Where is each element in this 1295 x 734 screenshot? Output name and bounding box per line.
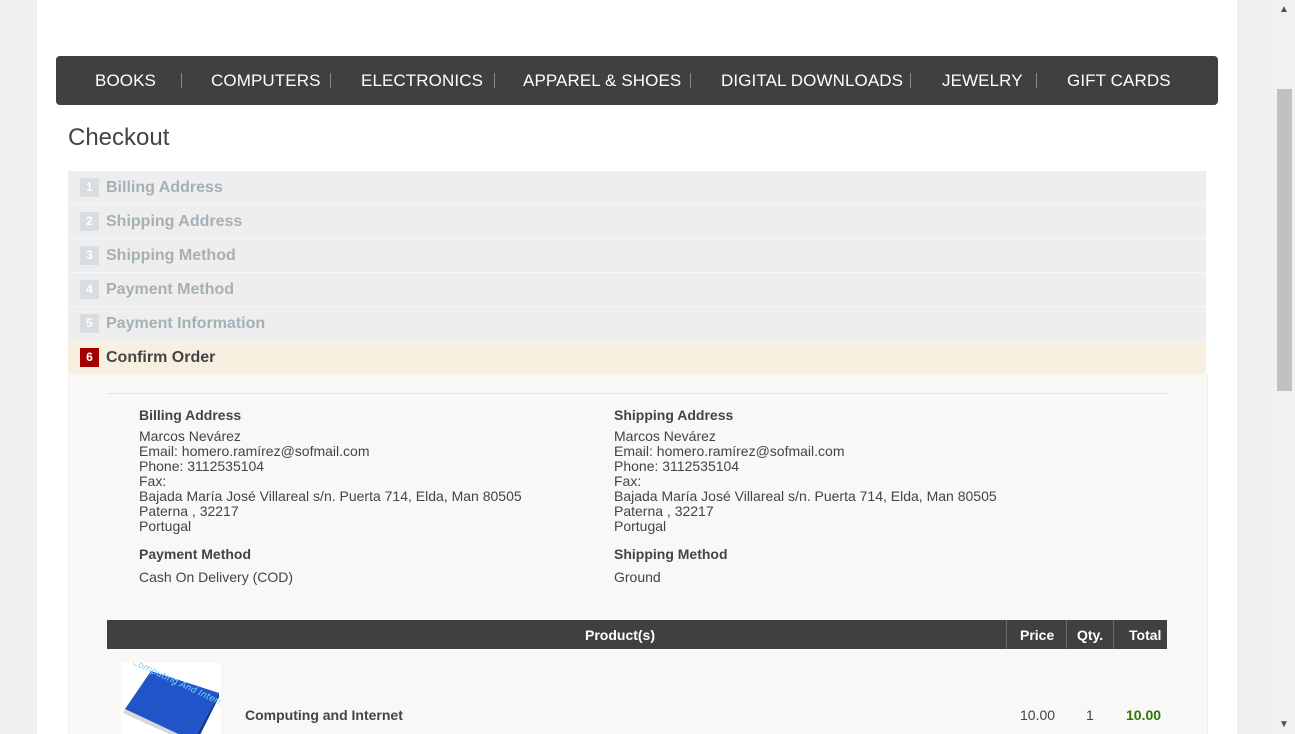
billing-address: Bajada María José Villareal s/n. Puerta … <box>139 488 522 504</box>
header-separator <box>1006 620 1007 649</box>
shipping-country: Portugal <box>614 518 667 534</box>
cart-header: Product(s) Price Qty. Total <box>107 620 1167 649</box>
step-number: 6 <box>80 348 99 367</box>
product-price: 10.00 <box>1020 707 1056 723</box>
shipping-fax: Fax: <box>614 473 642 489</box>
shipping-name: Marcos Nevárez <box>614 428 716 444</box>
nav-jewelry[interactable]: JEWELRY <box>942 71 1023 91</box>
billing-name: Marcos Nevárez <box>139 428 241 444</box>
shipping-address: Bajada María José Villareal s/n. Puerta … <box>614 488 997 504</box>
step-payment-information[interactable]: 5 Payment Information <box>68 307 1206 341</box>
header-separator <box>1113 620 1114 649</box>
step-billing-address[interactable]: 1 Billing Address <box>68 171 1206 205</box>
page-title: Checkout <box>68 124 170 151</box>
step-confirm-order: 6 Confirm Order <box>68 341 1206 375</box>
step-label: Billing Address <box>106 178 223 196</box>
confirm-order-section: Billing Address Marcos Nevárez Email: ho… <box>68 374 1208 734</box>
header-qty: Qty. <box>1077 627 1104 643</box>
shipping-heading: Shipping Address <box>614 407 734 423</box>
shipping-method-info: Shipping Method Ground <box>614 546 728 585</box>
shipping-method-heading: Shipping Method <box>614 546 728 562</box>
divider <box>107 393 1167 394</box>
nav-separator <box>910 73 911 88</box>
step-number: 5 <box>80 314 99 333</box>
billing-phone: Phone: 3112535104 <box>139 458 265 474</box>
product-image[interactable]: Computing And Internet <box>121 663 221 734</box>
step-label: Payment Method <box>106 280 235 298</box>
product-qty: 1 <box>1086 707 1094 723</box>
header-product: Product(s) <box>585 627 655 643</box>
payment-method-heading: Payment Method <box>139 546 252 562</box>
scroll-up-icon[interactable]: ▲ <box>1279 4 1289 15</box>
billing-fax: Fax: <box>139 473 167 489</box>
payment-method-value: Cash On Delivery (COD) <box>139 569 294 585</box>
nav-separator <box>690 73 691 88</box>
nav-electronics[interactable]: ELECTRONICS <box>361 71 483 91</box>
vertical-scrollbar[interactable]: ▲ ▼ <box>1274 0 1295 734</box>
step-label: Shipping Address <box>106 212 243 230</box>
payment-method-info: Payment Method Cash On Delivery (COD) <box>139 546 293 585</box>
header-total: Total <box>1129 627 1162 643</box>
shipping-info: Shipping Address Marcos Nevárez Email: h… <box>614 408 997 534</box>
shipping-email: Email: homero.ramírez@sofmail.com <box>614 443 845 459</box>
nav-apparel-shoes[interactable]: APPAREL & SHOES <box>523 71 681 91</box>
shipping-city: Paterna , 32217 <box>614 503 714 519</box>
top-menu: BOOKS COMPUTERS ELECTRONICS APPAREL & SH… <box>56 56 1218 105</box>
header-price: Price <box>1020 627 1055 643</box>
billing-info: Billing Address Marcos Nevárez Email: ho… <box>139 408 522 534</box>
billing-heading: Billing Address <box>139 407 242 423</box>
nav-gift-cards[interactable]: GIFT CARDS <box>1067 71 1171 91</box>
nav-separator <box>181 73 182 88</box>
billing-email: Email: homero.ramírez@sofmail.com <box>139 443 370 459</box>
nav-separator <box>330 73 331 88</box>
step-label: Payment Information <box>106 314 266 332</box>
step-number: 2 <box>80 212 99 231</box>
header-separator <box>1066 620 1067 649</box>
scrollbar-thumb[interactable] <box>1277 89 1292 391</box>
checkout-steps: 1 Billing Address 2 Shipping Address 3 S… <box>68 171 1206 375</box>
book-cover-icon: Computing And Internet <box>121 663 221 734</box>
page-container: BOOKS COMPUTERS ELECTRONICS APPAREL & SH… <box>37 0 1237 734</box>
nav-separator <box>494 73 495 88</box>
step-shipping-method[interactable]: 3 Shipping Method <box>68 239 1206 273</box>
product-name-link[interactable]: Computing and Internet <box>245 707 403 723</box>
step-payment-method[interactable]: 4 Payment Method <box>68 273 1206 307</box>
step-label: Confirm Order <box>106 348 216 366</box>
nav-digital-downloads[interactable]: DIGITAL DOWNLOADS <box>721 71 903 91</box>
step-number: 3 <box>80 246 99 265</box>
nav-computers[interactable]: COMPUTERS <box>211 71 321 91</box>
scroll-down-icon[interactable]: ▼ <box>1279 719 1289 730</box>
step-number: 4 <box>80 280 99 299</box>
nav-separator <box>1036 73 1037 88</box>
step-number: 1 <box>80 178 99 197</box>
billing-country: Portugal <box>139 518 192 534</box>
step-label: Shipping Method <box>106 246 236 264</box>
shipping-method-value: Ground <box>614 569 661 585</box>
billing-city: Paterna , 32217 <box>139 503 239 519</box>
shipping-phone: Phone: 3112535104 <box>614 458 740 474</box>
nav-books[interactable]: BOOKS <box>95 71 156 91</box>
step-shipping-address[interactable]: 2 Shipping Address <box>68 205 1206 239</box>
product-total: 10.00 <box>1126 707 1162 723</box>
